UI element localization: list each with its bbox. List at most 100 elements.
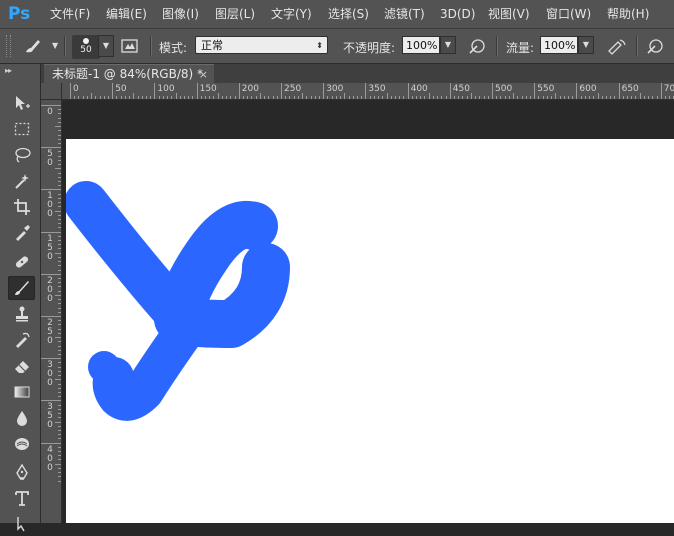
tools-panel: ▸▸ xyxy=(0,64,41,532)
menu-type[interactable]: 文字(Y) xyxy=(271,6,312,22)
healing-brush-tool[interactable] xyxy=(8,250,35,274)
ruler-minor-tick xyxy=(369,96,371,99)
ruler-minor-tick xyxy=(58,256,61,258)
gradient-tool[interactable] xyxy=(8,380,35,404)
close-icon[interactable]: × xyxy=(199,65,208,84)
pressure-opacity-toggle[interactable] xyxy=(467,37,487,55)
vertical-ruler[interactable]: 0 5 0 1 0 0 1 5 0 2 0 0 2 5 0 3 0 0 3 5 0 4 0 0 xyxy=(41,100,62,523)
ruler-minor-tick xyxy=(230,96,232,99)
ruler-major-tick xyxy=(576,83,578,99)
menu-layer[interactable]: 图层(L) xyxy=(215,6,255,22)
ruler-minor-tick xyxy=(567,96,569,99)
ruler-label: 400 xyxy=(410,84,428,94)
document-tab[interactable]: 未标题-1 @ 84%(RGB/8) * × xyxy=(44,64,214,83)
mode-select[interactable]: 正常 ⬍ xyxy=(195,36,328,54)
ruler-origin[interactable] xyxy=(41,83,62,100)
chevron-down-icon[interactable]: ▼ xyxy=(52,41,58,50)
opacity-input[interactable]: 100% xyxy=(402,36,440,54)
dodge-tool[interactable] xyxy=(8,432,35,456)
clone-stamp-tool[interactable] xyxy=(8,302,35,326)
menu-3d[interactable]: 3D(D) xyxy=(440,6,475,22)
ruler-label: 250 xyxy=(284,84,302,94)
ruler-minor-tick xyxy=(272,96,274,99)
brush-size-picker[interactable]: 50 xyxy=(72,35,100,59)
ruler-minor-tick xyxy=(133,93,135,99)
menu-view[interactable]: 视图(V) xyxy=(488,6,530,22)
menu-select[interactable]: 选择(S) xyxy=(328,6,369,22)
ruler-minor-tick xyxy=(55,337,61,339)
type-tool[interactable] xyxy=(8,486,35,510)
ruler-minor-tick xyxy=(58,413,61,415)
collapse-panel-icon[interactable]: ▸▸ xyxy=(5,66,12,75)
flow-input[interactable]: 100% xyxy=(540,36,578,54)
ruler-minor-tick xyxy=(58,214,61,216)
blur-tool[interactable] xyxy=(8,406,35,430)
menu-edit[interactable]: 编辑(E) xyxy=(106,6,147,22)
magic-wand-tool[interactable] xyxy=(8,169,35,193)
ruler-minor-tick xyxy=(601,96,603,99)
eyedropper-tool[interactable] xyxy=(8,221,35,245)
ruler-minor-tick xyxy=(513,93,515,99)
ruler-minor-tick xyxy=(58,345,61,347)
airbrush-toggle[interactable] xyxy=(606,37,628,55)
pressure-size-toggle[interactable] xyxy=(645,37,665,55)
ruler-minor-tick xyxy=(411,96,413,99)
move-tool[interactable] xyxy=(8,91,35,115)
lasso-tool[interactable] xyxy=(8,143,35,167)
ruler-minor-tick xyxy=(593,96,595,99)
ruler-minor-tick xyxy=(58,134,61,136)
ruler-minor-tick xyxy=(116,96,118,99)
ruler-minor-tick xyxy=(614,96,616,99)
document-canvas[interactable] xyxy=(64,139,674,523)
menu-window[interactable]: 窗口(W) xyxy=(546,6,591,22)
ruler-label: 550 xyxy=(537,84,555,94)
ruler-minor-tick xyxy=(55,126,61,128)
ruler-minor-tick xyxy=(58,142,61,144)
ruler-minor-tick xyxy=(462,96,464,99)
brush-panel-toggle[interactable] xyxy=(120,37,140,55)
ruler-minor-tick xyxy=(192,96,194,99)
ruler-minor-tick xyxy=(55,294,61,296)
brush-strokes xyxy=(64,181,290,421)
ruler-minor-tick xyxy=(458,96,460,99)
horizontal-ruler[interactable]: 0 50 100 150 200 250 300 350 400 450 500 550 600 650 7… xyxy=(62,83,674,100)
pen-tool[interactable] xyxy=(8,460,35,484)
menu-image[interactable]: 图像(I) xyxy=(162,6,199,22)
options-grip[interactable] xyxy=(6,35,11,57)
ruler-label: 2 0 0 xyxy=(47,275,53,304)
history-brush-tool[interactable] xyxy=(8,328,35,352)
ruler-minor-tick xyxy=(95,96,97,99)
ruler-major-tick xyxy=(41,231,61,233)
ruler-minor-tick xyxy=(424,96,426,99)
ruler-minor-tick xyxy=(327,96,329,99)
ruler-minor-tick xyxy=(58,303,61,305)
menu-filter[interactable]: 滤镜(T) xyxy=(384,6,425,22)
brush-tool[interactable] xyxy=(8,276,35,300)
canvas-workspace[interactable] xyxy=(62,100,674,523)
marquee-tool[interactable] xyxy=(8,117,35,141)
opacity-dropdown[interactable]: ▼ xyxy=(440,36,456,54)
ruler-minor-tick xyxy=(58,467,61,469)
path-selection-icon xyxy=(16,517,25,532)
ruler-minor-tick xyxy=(610,96,612,99)
ruler-minor-tick xyxy=(58,193,61,195)
ruler-minor-tick xyxy=(669,96,671,99)
eraser-tool[interactable] xyxy=(8,354,35,378)
tool-preset-picker[interactable] xyxy=(22,36,44,56)
ruler-minor-tick xyxy=(55,168,61,170)
brush-size-dropdown[interactable]: ▼ xyxy=(98,35,114,57)
flow-dropdown[interactable]: ▼ xyxy=(578,36,594,54)
path-selection-tool[interactable] xyxy=(8,512,35,536)
crop-tool[interactable] xyxy=(8,195,35,219)
ruler-minor-tick xyxy=(58,366,61,368)
ruler-minor-tick xyxy=(470,93,472,99)
brush-stroke xyxy=(92,309,206,421)
ruler-minor-tick xyxy=(58,476,61,478)
ruler-minor-tick xyxy=(302,93,304,99)
menu-file[interactable]: 文件(F) xyxy=(50,6,90,22)
menu-help[interactable]: 帮助(H) xyxy=(607,6,649,22)
ruler-minor-tick xyxy=(158,96,160,99)
ruler-label: 0 xyxy=(47,107,53,117)
ruler-minor-tick xyxy=(538,96,540,99)
ruler-minor-tick xyxy=(58,404,61,406)
